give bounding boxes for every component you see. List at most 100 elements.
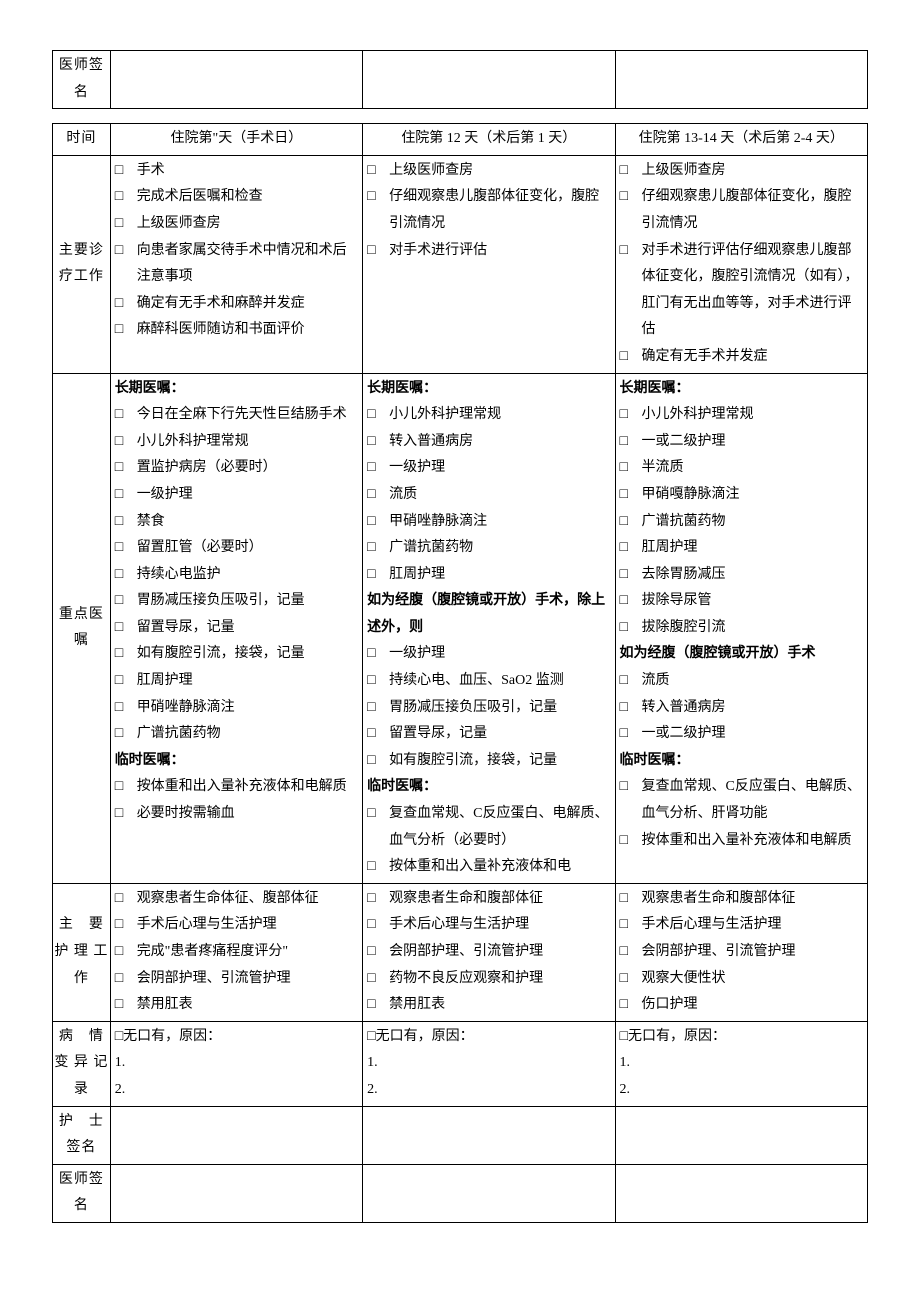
orders-heading: 临时医嘱：: [620, 748, 863, 775]
checkbox-icon[interactable]: □: [620, 828, 628, 855]
checkbox-icon[interactable]: □: [115, 801, 123, 828]
checkbox-icon[interactable]: □: [115, 509, 123, 536]
checkbox-icon[interactable]: □: [367, 939, 375, 966]
checkbox-icon[interactable]: □: [367, 429, 375, 456]
doctor-sig-c3[interactable]: [615, 1164, 867, 1222]
checkbox-icon[interactable]: □: [115, 721, 123, 748]
checkbox-icon[interactable]: □: [115, 912, 123, 939]
checkbox-icon[interactable]: □: [620, 429, 628, 456]
checkbox-icon[interactable]: □: [367, 455, 375, 482]
doctor-signature-row: 医师签名: [53, 1164, 868, 1222]
checkbox-icon[interactable]: □: [620, 158, 628, 185]
item-text: 复查血常规、C反应蛋白、电解质、血气分析（必要时）: [389, 806, 608, 848]
checkbox-icon[interactable]: □: [115, 238, 123, 265]
checkbox-icon[interactable]: □: [620, 588, 628, 615]
item-text: 今日在全麻下行先天性巨结肠手术: [137, 407, 347, 422]
checkbox-icon[interactable]: □: [620, 482, 628, 509]
checkbox-icon[interactable]: □: [115, 939, 123, 966]
checkbox-icon[interactable]: □: [620, 668, 628, 695]
checkbox-icon[interactable]: □: [620, 912, 628, 939]
checkbox-icon[interactable]: □: [115, 211, 123, 238]
checkbox-icon[interactable]: □: [115, 588, 123, 615]
list-item: □如有腹腔引流，接袋，记量: [115, 641, 358, 668]
item-text: 向患者家属交待手术中情况和术后注意事项: [137, 243, 347, 285]
item-text: 观察患者生命体征、腹部体征: [137, 891, 319, 906]
checkbox-icon[interactable]: □: [115, 402, 123, 429]
checkbox-icon[interactable]: □: [620, 562, 628, 589]
item-text: 半流质: [642, 460, 684, 475]
checkbox-icon[interactable]: □: [115, 429, 123, 456]
checkbox-icon[interactable]: □: [620, 615, 628, 642]
checkbox-icon[interactable]: □: [620, 992, 628, 1019]
variance-text: 无口有，原因：: [123, 1029, 221, 1044]
checkbox-icon[interactable]: □: [620, 535, 628, 562]
checkbox-icon[interactable]: □: [367, 668, 375, 695]
checkbox-icon[interactable]: □: [620, 455, 628, 482]
checkbox-icon[interactable]: □: [115, 695, 123, 722]
checkbox-icon[interactable]: □: [620, 184, 628, 211]
top-sig-cell-3[interactable]: [615, 51, 867, 109]
checkbox-icon[interactable]: □: [115, 886, 123, 913]
checkbox-icon[interactable]: □: [115, 615, 123, 642]
nurse-sig-c3[interactable]: [615, 1106, 867, 1164]
nurse-sig-c2[interactable]: [363, 1106, 615, 1164]
checkbox-icon[interactable]: □: [367, 535, 375, 562]
checkbox-icon[interactable]: □: [367, 158, 375, 185]
top-sig-cell-2[interactable]: [363, 51, 615, 109]
checkbox-icon[interactable]: □: [115, 455, 123, 482]
checkbox-icon[interactable]: □: [367, 721, 375, 748]
item-text: 一级护理: [137, 487, 193, 502]
checkbox-icon[interactable]: □: [367, 562, 375, 589]
nurse-sig-c1[interactable]: [110, 1106, 362, 1164]
checkbox-icon[interactable]: □: [115, 482, 123, 509]
checkbox-icon[interactable]: □: [620, 939, 628, 966]
orders-heading: 长期医嘱：: [620, 376, 863, 403]
checkbox-icon[interactable]: □: [620, 1029, 628, 1044]
variance-c2[interactable]: □无口有，原因： 1. 2.: [363, 1021, 615, 1106]
checkbox-icon[interactable]: □: [367, 966, 375, 993]
checkbox-icon[interactable]: □: [115, 184, 123, 211]
checkbox-icon[interactable]: □: [620, 886, 628, 913]
checkbox-icon[interactable]: □: [367, 748, 375, 775]
checkbox-icon[interactable]: □: [367, 184, 375, 211]
checkbox-icon[interactable]: □: [367, 992, 375, 1019]
checkbox-icon[interactable]: □: [620, 238, 628, 265]
variance-c3[interactable]: □无口有，原因： 1. 2.: [615, 1021, 867, 1106]
doctor-sig-c1[interactable]: [110, 1164, 362, 1222]
checkbox-icon[interactable]: □: [115, 992, 123, 1019]
checkbox-icon[interactable]: □: [115, 291, 123, 318]
checkbox-icon[interactable]: □: [115, 1029, 123, 1044]
doctor-sig-c2[interactable]: [363, 1164, 615, 1222]
checkbox-icon[interactable]: □: [115, 317, 123, 344]
checkbox-icon[interactable]: □: [115, 158, 123, 185]
checkbox-icon[interactable]: □: [367, 402, 375, 429]
checkbox-icon[interactable]: □: [620, 402, 628, 429]
checkbox-icon[interactable]: □: [367, 695, 375, 722]
checkbox-icon[interactable]: □: [620, 695, 628, 722]
checkbox-icon[interactable]: □: [115, 535, 123, 562]
checkbox-icon[interactable]: □: [367, 238, 375, 265]
checkbox-icon[interactable]: □: [620, 344, 628, 371]
checkbox-icon[interactable]: □: [115, 774, 123, 801]
checkbox-icon[interactable]: □: [367, 854, 375, 881]
list-item: □手术后心理与生活护理: [620, 912, 863, 939]
checkbox-icon[interactable]: □: [620, 966, 628, 993]
checkbox-icon[interactable]: □: [367, 912, 375, 939]
checkbox-icon[interactable]: □: [367, 801, 375, 828]
checkbox-icon[interactable]: □: [620, 721, 628, 748]
variance-c1[interactable]: □无口有，原因： 1. 2.: [110, 1021, 362, 1106]
checkbox-icon[interactable]: □: [367, 482, 375, 509]
checkbox-icon[interactable]: □: [620, 509, 628, 536]
checkbox-icon[interactable]: □: [620, 774, 628, 801]
checkbox-icon[interactable]: □: [367, 509, 375, 536]
checkbox-icon[interactable]: □: [367, 641, 375, 668]
checkbox-icon[interactable]: □: [115, 966, 123, 993]
checkbox-icon[interactable]: □: [367, 886, 375, 913]
checkbox-icon[interactable]: □: [115, 562, 123, 589]
list-item: □甲硝唑静脉滴注: [115, 695, 358, 722]
checkbox-icon[interactable]: □: [115, 641, 123, 668]
checkbox-icon[interactable]: □: [367, 1029, 375, 1044]
checkbox-icon[interactable]: □: [115, 668, 123, 695]
time-label: 时间: [53, 124, 111, 156]
top-sig-cell-1[interactable]: [110, 51, 362, 109]
